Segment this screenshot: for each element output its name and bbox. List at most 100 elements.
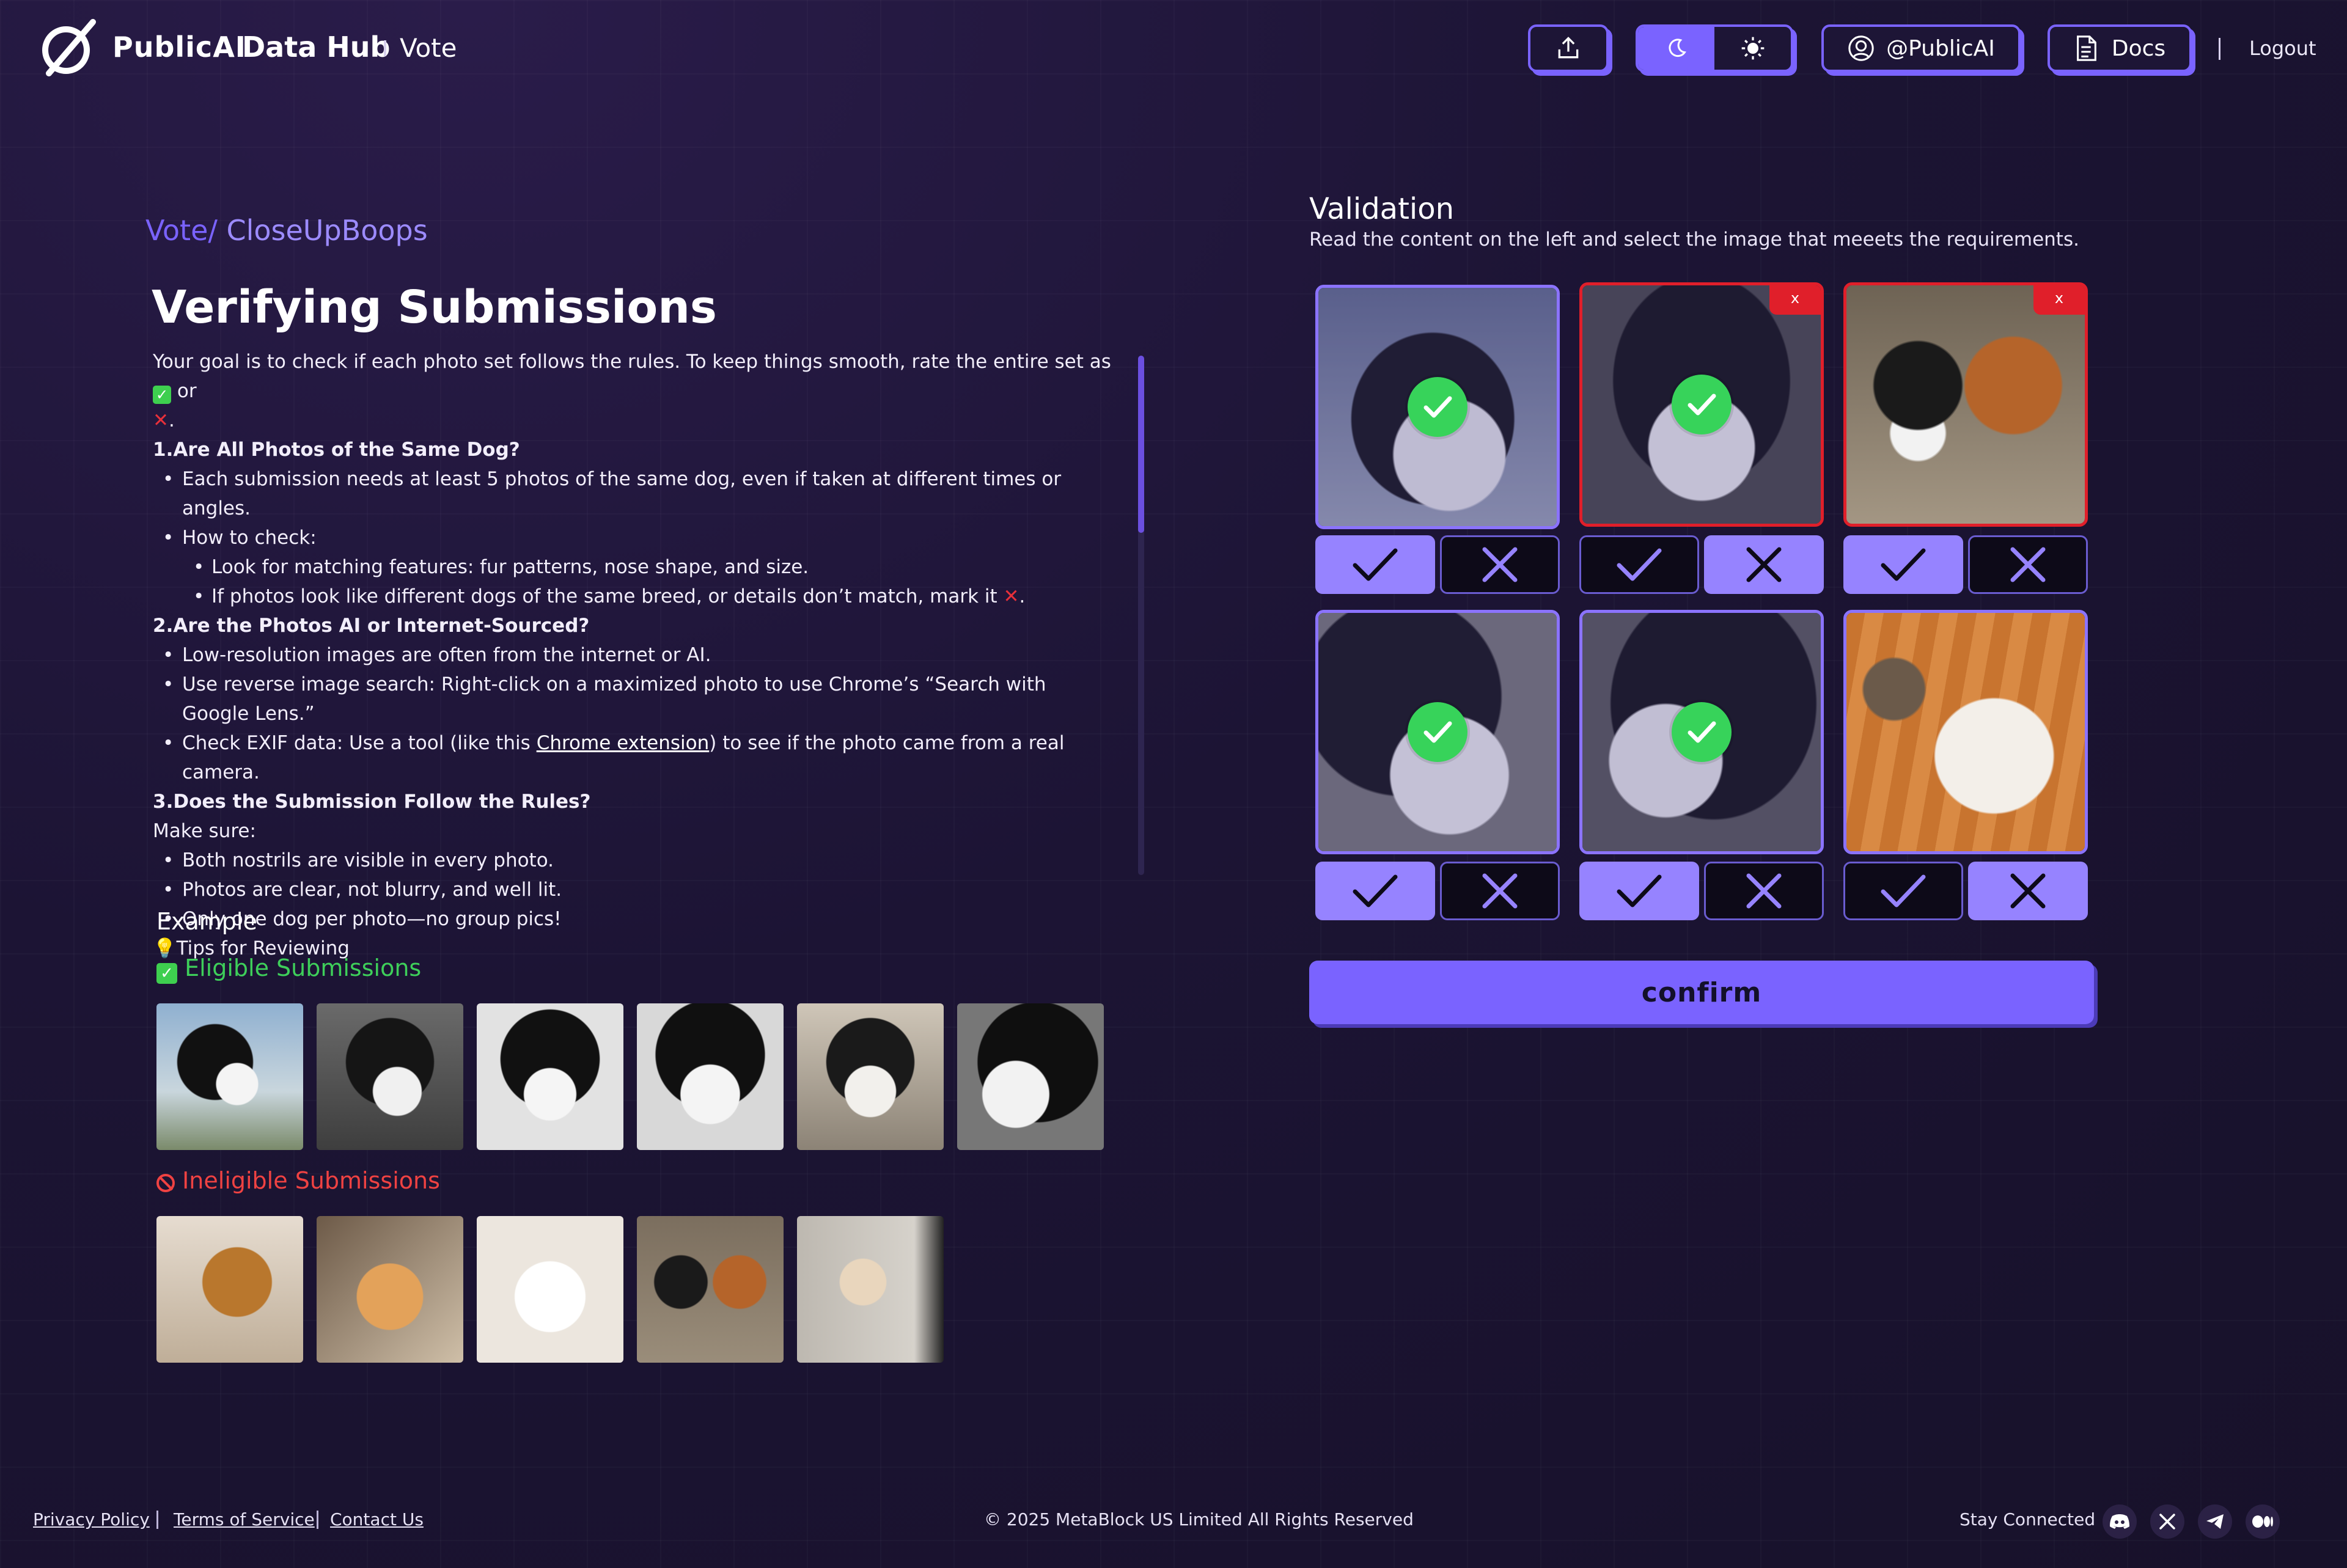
copyright-text: © 2025 MetaBlock US Limited All Rights R… [984, 1509, 1414, 1530]
twitter-handle: @PublicAI [1886, 35, 1995, 61]
rejected-tag[interactable]: x [1769, 285, 1821, 315]
validation-image-1[interactable] [1315, 285, 1560, 529]
approve-checkbox-icon: ✓ [153, 386, 171, 404]
approve-button-3[interactable] [1843, 535, 1963, 594]
docs-button[interactable]: Docs [2048, 24, 2192, 72]
list-item: Only one dog per photo—no group pics! [153, 904, 1112, 934]
selected-check-icon [1672, 375, 1732, 434]
current-page-label: Vote [400, 33, 457, 63]
dog-photo [1846, 613, 2085, 851]
ineligible-photo[interactable] [477, 1216, 623, 1363]
selected-check-icon [1408, 702, 1467, 762]
approve-button-1[interactable] [1315, 535, 1435, 594]
eligible-photo[interactable] [477, 1003, 623, 1150]
reject-button-4[interactable] [1440, 862, 1560, 920]
approve-button-5[interactable] [1579, 862, 1699, 920]
x-icon [1746, 873, 1782, 909]
example-heading: Example [156, 908, 257, 935]
breadcrumb-root[interactable]: Vote/ [145, 214, 218, 247]
validation-image-4[interactable] [1315, 610, 1560, 854]
dog-photo [1846, 285, 2085, 524]
brand-subtitle: Data Hub [242, 31, 391, 64]
validation-image-2[interactable]: x [1579, 282, 1824, 527]
logout-link[interactable]: Logout [2249, 37, 2316, 60]
reject-button-2[interactable] [1704, 535, 1824, 594]
ineligible-examples [156, 1216, 944, 1363]
scrollbar-thumb[interactable] [1138, 356, 1144, 533]
footer: Privacy Policy Terms of Service Contact … [0, 1503, 2347, 1540]
list-item: Each submission needs at least 5 photos … [153, 464, 1112, 523]
ineligible-photo[interactable] [797, 1216, 944, 1363]
twitter-profile-button[interactable]: @PublicAI [1821, 24, 2021, 72]
list-item: Both nostrils are visible in every photo… [153, 846, 1112, 875]
instructions-scrollbar[interactable] [1138, 356, 1144, 875]
sun-icon [1741, 37, 1764, 60]
confirm-button[interactable]: confirm [1309, 961, 2094, 1024]
eligible-photo[interactable] [637, 1003, 784, 1150]
chrome-extension-link[interactable]: Chrome extension [537, 732, 710, 754]
privacy-policy-link[interactable]: Privacy Policy [33, 1509, 150, 1530]
selected-check-icon [1672, 702, 1732, 762]
footer-divider [156, 1511, 158, 1529]
eligible-photo[interactable] [156, 1003, 303, 1150]
brand-divider [384, 40, 386, 56]
share-upload-icon [1558, 37, 1579, 59]
rejected-tag[interactable]: x [2033, 285, 2085, 315]
green-check-icon: ✓ [156, 963, 177, 984]
reject-button-6[interactable] [1968, 862, 2088, 920]
x-icon [1746, 547, 1782, 582]
instructions-panel[interactable]: Your goal is to check if each photo set … [153, 347, 1112, 959]
share-button[interactable] [1528, 24, 1609, 72]
eligible-photo[interactable] [957, 1003, 1104, 1150]
eligible-photo[interactable] [797, 1003, 944, 1150]
approve-button-2[interactable] [1579, 535, 1699, 594]
approve-button-6[interactable] [1843, 862, 1963, 920]
telegram-icon[interactable] [2198, 1504, 2232, 1539]
validation-image-6[interactable] [1843, 610, 2088, 854]
stay-connected-label: Stay Connected [1960, 1509, 2096, 1530]
list-item: Use reverse image search: Right-click on… [153, 670, 1112, 728]
avatar-icon [1848, 35, 1874, 61]
eligible-photo[interactable] [317, 1003, 463, 1150]
selected-check-icon [1408, 377, 1467, 437]
intro-text: Your goal is to check if each photo set … [153, 351, 1111, 431]
list-item: Photos are clear, not blurry, and well l… [153, 875, 1112, 904]
ineligible-photo[interactable] [317, 1216, 463, 1363]
ineligible-photo[interactable] [637, 1216, 784, 1363]
validation-description: Read the content on the left and select … [1309, 229, 2079, 251]
reject-button-1[interactable] [1440, 535, 1560, 594]
prohibited-icon [156, 1174, 175, 1192]
footer-divider [317, 1511, 318, 1529]
light-mode-button[interactable] [1714, 27, 1791, 70]
ineligible-photo[interactable] [156, 1216, 303, 1363]
list-item: Look for matching features: fur patterns… [153, 552, 1112, 582]
breadcrumb: Vote/ CloseUpBoops [145, 214, 428, 247]
x-icon [1482, 547, 1518, 582]
terms-link[interactable]: Terms of Service [174, 1509, 315, 1530]
publicai-logo-icon[interactable] [38, 17, 99, 78]
check-icon [1881, 548, 1926, 581]
brand-name[interactable]: PublicAI [112, 31, 246, 64]
reject-x-icon: ✕ [153, 409, 169, 431]
x-twitter-icon[interactable] [2150, 1504, 2184, 1539]
x-icon [2010, 873, 2046, 909]
section-3-title: 3.Does the Submission Follow the Rules? [153, 791, 591, 813]
validation-title: Validation [1309, 192, 1455, 226]
reject-button-5[interactable] [1704, 862, 1824, 920]
dark-mode-button[interactable] [1638, 27, 1714, 70]
moon-icon [1668, 38, 1686, 57]
discord-icon[interactable] [2103, 1504, 2137, 1539]
medium-icon[interactable] [2246, 1504, 2280, 1539]
reject-button-3[interactable] [1968, 535, 2088, 594]
validation-image-5[interactable] [1579, 610, 1824, 854]
theme-toggle[interactable] [1636, 24, 1793, 72]
contact-link[interactable]: Contact Us [330, 1509, 424, 1530]
list-item: Low-resolution images are often from the… [153, 640, 1112, 670]
approve-button-4[interactable] [1315, 862, 1435, 920]
list-item: Check EXIF data: Use a tool (like this C… [153, 728, 1112, 787]
validation-image-3[interactable]: x [1843, 282, 2088, 527]
reject-x-icon: ✕ [1003, 585, 1019, 607]
eligible-examples [156, 1003, 1104, 1150]
header-divider [2219, 38, 2220, 60]
check-icon [1617, 548, 1662, 581]
